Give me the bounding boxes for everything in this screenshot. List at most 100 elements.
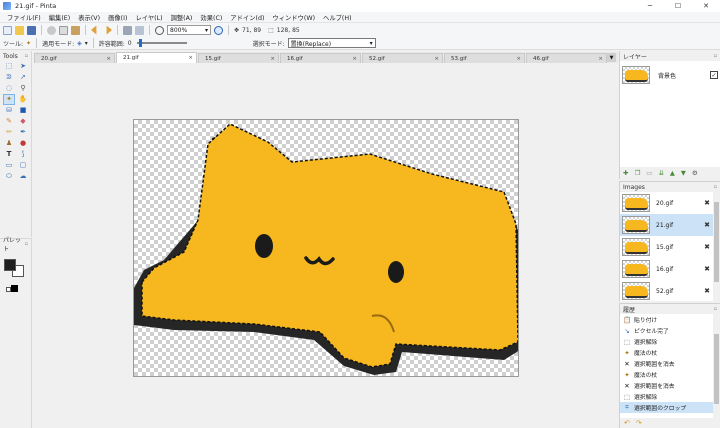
image-list-item[interactable]: 15.gif ✖ — [620, 236, 720, 258]
tab-15-gif[interactable]: 15.gif × — [198, 53, 279, 63]
move-selected-icon[interactable]: ➤ — [18, 62, 28, 71]
close-image-icon[interactable]: ✖ — [704, 221, 710, 229]
line-curve-icon[interactable]: ⟆ — [18, 150, 28, 159]
scrollbar-thumb[interactable] — [714, 334, 719, 404]
redo-icon[interactable] — [106, 25, 112, 35]
tab-close-icon[interactable]: × — [188, 55, 193, 61]
menu-addins[interactable]: アドイン(d) — [226, 13, 268, 22]
panel-pin-icon[interactable]: ▫ — [714, 53, 717, 59]
ellipse-select-icon[interactable]: ◌ — [4, 84, 14, 93]
selection-mode-combo[interactable]: 置換(Replace) ▾ — [287, 38, 376, 48]
tab-21-gif[interactable]: 21.gif × — [116, 52, 197, 63]
tab-52-gif[interactable]: 52.gif × — [362, 53, 443, 63]
rectangle-select-icon[interactable]: ⬚ — [4, 62, 14, 71]
open-folder-icon[interactable] — [15, 25, 24, 35]
tolerance-slider-handle[interactable] — [138, 39, 142, 47]
history-item[interactable]: ✕ 選択範囲を消去 — [620, 358, 720, 369]
history-item[interactable]: ⌗ 選択範囲のクロップ — [620, 402, 720, 413]
tab-close-icon[interactable]: × — [598, 56, 603, 62]
tab-close-icon[interactable]: × — [516, 56, 521, 62]
save-icon[interactable] — [27, 25, 36, 35]
menu-edit[interactable]: 編集(E) — [45, 13, 75, 22]
deselect-all-icon[interactable] — [135, 25, 144, 35]
menu-effects[interactable]: 効果(C) — [196, 13, 226, 22]
undo-icon[interactable] — [91, 25, 97, 35]
freeform-shape-icon[interactable]: ☁ — [18, 172, 28, 181]
flood-mode-icon[interactable]: ◈ — [77, 40, 82, 47]
text-tool-icon[interactable]: T — [4, 150, 14, 159]
zoom-in-icon[interactable] — [214, 25, 223, 35]
tab-53-gif[interactable]: 53.gif × — [444, 53, 525, 63]
menu-help[interactable]: ヘルプ(H) — [319, 13, 356, 22]
image-list-item[interactable]: 16.gif ✖ — [620, 258, 720, 280]
lasso-select-icon[interactable]: ᕲ — [4, 73, 14, 82]
history-item[interactable]: ↘ ピクセル完了 — [620, 325, 720, 336]
history-scrollbar[interactable] — [713, 314, 720, 428]
copy-icon[interactable] — [59, 25, 68, 35]
redo-icon[interactable]: ↷ — [636, 419, 642, 427]
pencil-icon[interactable]: ✏ — [4, 128, 14, 137]
menu-image[interactable]: 画像(I) — [104, 13, 131, 22]
add-layer-icon[interactable]: ✚ — [623, 169, 628, 177]
tolerance-slider[interactable] — [136, 39, 187, 47]
paste-icon[interactable] — [71, 25, 80, 35]
zoom-combo[interactable]: 800% ▾ — [167, 25, 211, 35]
close-image-icon[interactable]: ✖ — [704, 243, 710, 251]
layer-visibility-checkbox[interactable]: ✓ — [710, 71, 718, 79]
history-item[interactable]: 📋 貼り付け — [620, 314, 720, 325]
tab-list-dropdown-icon[interactable]: ▼ — [607, 53, 616, 62]
maximize-button[interactable]: ☐ — [664, 0, 692, 12]
move-layer-down-icon[interactable]: ▼ — [681, 169, 686, 177]
history-item[interactable]: ✦ 魔法の杖 — [620, 369, 720, 380]
move-selection-icon[interactable]: ➚ — [18, 73, 28, 82]
eraser-icon[interactable]: ◆ — [18, 117, 28, 126]
history-item[interactable]: ⬚ 選択解除 — [620, 336, 720, 347]
delete-layer-icon[interactable]: ▭ — [646, 169, 652, 177]
tab-46-gif[interactable]: 46.gif × — [526, 53, 607, 63]
menu-view[interactable]: 表示(V) — [74, 13, 104, 22]
primary-color-swatch[interactable] — [4, 259, 16, 271]
close-image-icon[interactable]: ✖ — [704, 265, 710, 273]
history-item[interactable]: ⬚ 選択解除 — [620, 391, 720, 402]
rectangle-tool-icon[interactable]: ▭ — [4, 161, 14, 170]
menu-file[interactable]: ファイル(F) — [3, 13, 45, 22]
magic-wand-tool-icon[interactable]: ✦ — [3, 94, 15, 105]
pan-tool-icon[interactable]: ✋ — [18, 95, 28, 104]
tab-16-gif[interactable]: 16.gif × — [280, 53, 361, 63]
tab-close-icon[interactable]: × — [106, 56, 111, 62]
image-list-item[interactable]: 52.gif ✖ — [620, 280, 720, 302]
crop-to-selection-icon[interactable] — [123, 25, 132, 35]
history-item[interactable]: ✦ 魔法の杖 — [620, 347, 720, 358]
tab-close-icon[interactable]: × — [270, 56, 275, 62]
new-file-icon[interactable] — [3, 25, 12, 35]
ellipse-tool-icon[interactable]: ⬭ — [4, 172, 14, 181]
menu-layers[interactable]: レイヤ(L) — [131, 13, 166, 22]
swap-colors-icon[interactable] — [11, 285, 18, 292]
close-image-icon[interactable]: ✖ — [704, 199, 710, 207]
minimize-button[interactable]: ─ — [636, 0, 664, 12]
duplicate-layer-icon[interactable]: ❐ — [634, 169, 640, 177]
panel-pin-icon[interactable]: ▫ — [714, 184, 717, 190]
layer-item[interactable]: 背景色 ✓ — [622, 65, 718, 85]
chevron-down-icon[interactable]: ▾ — [85, 40, 88, 47]
scrollbar-thumb[interactable] — [714, 202, 719, 282]
tab-close-icon[interactable]: × — [434, 56, 439, 62]
cut-icon[interactable] — [47, 25, 56, 35]
image-list-item[interactable]: 21.gif ✖ — [620, 214, 720, 236]
close-window-button[interactable]: ✕ — [692, 0, 720, 12]
menu-adjustments[interactable]: 調整(A) — [167, 13, 197, 22]
panel-pin-icon[interactable]: ▫ — [714, 306, 717, 312]
images-scrollbar[interactable] — [713, 192, 720, 301]
image-canvas[interactable] — [133, 119, 519, 377]
panel-pin-icon[interactable]: ▫ — [25, 241, 28, 247]
close-image-icon[interactable]: ✖ — [704, 287, 710, 295]
move-layer-up-icon[interactable]: ▲ — [670, 169, 675, 177]
tab-close-icon[interactable]: × — [352, 56, 357, 62]
clone-stamp-icon[interactable]: ♟ — [4, 139, 14, 148]
zoom-out-icon[interactable] — [155, 25, 164, 35]
recolor-icon[interactable]: ● — [18, 139, 28, 148]
layer-properties-icon[interactable]: ⚙ — [692, 169, 698, 177]
canvas-area[interactable] — [34, 63, 618, 428]
history-item[interactable]: ✕ 選択範囲を消去 — [620, 380, 720, 391]
merge-layer-icon[interactable]: ⇊ — [658, 169, 663, 177]
